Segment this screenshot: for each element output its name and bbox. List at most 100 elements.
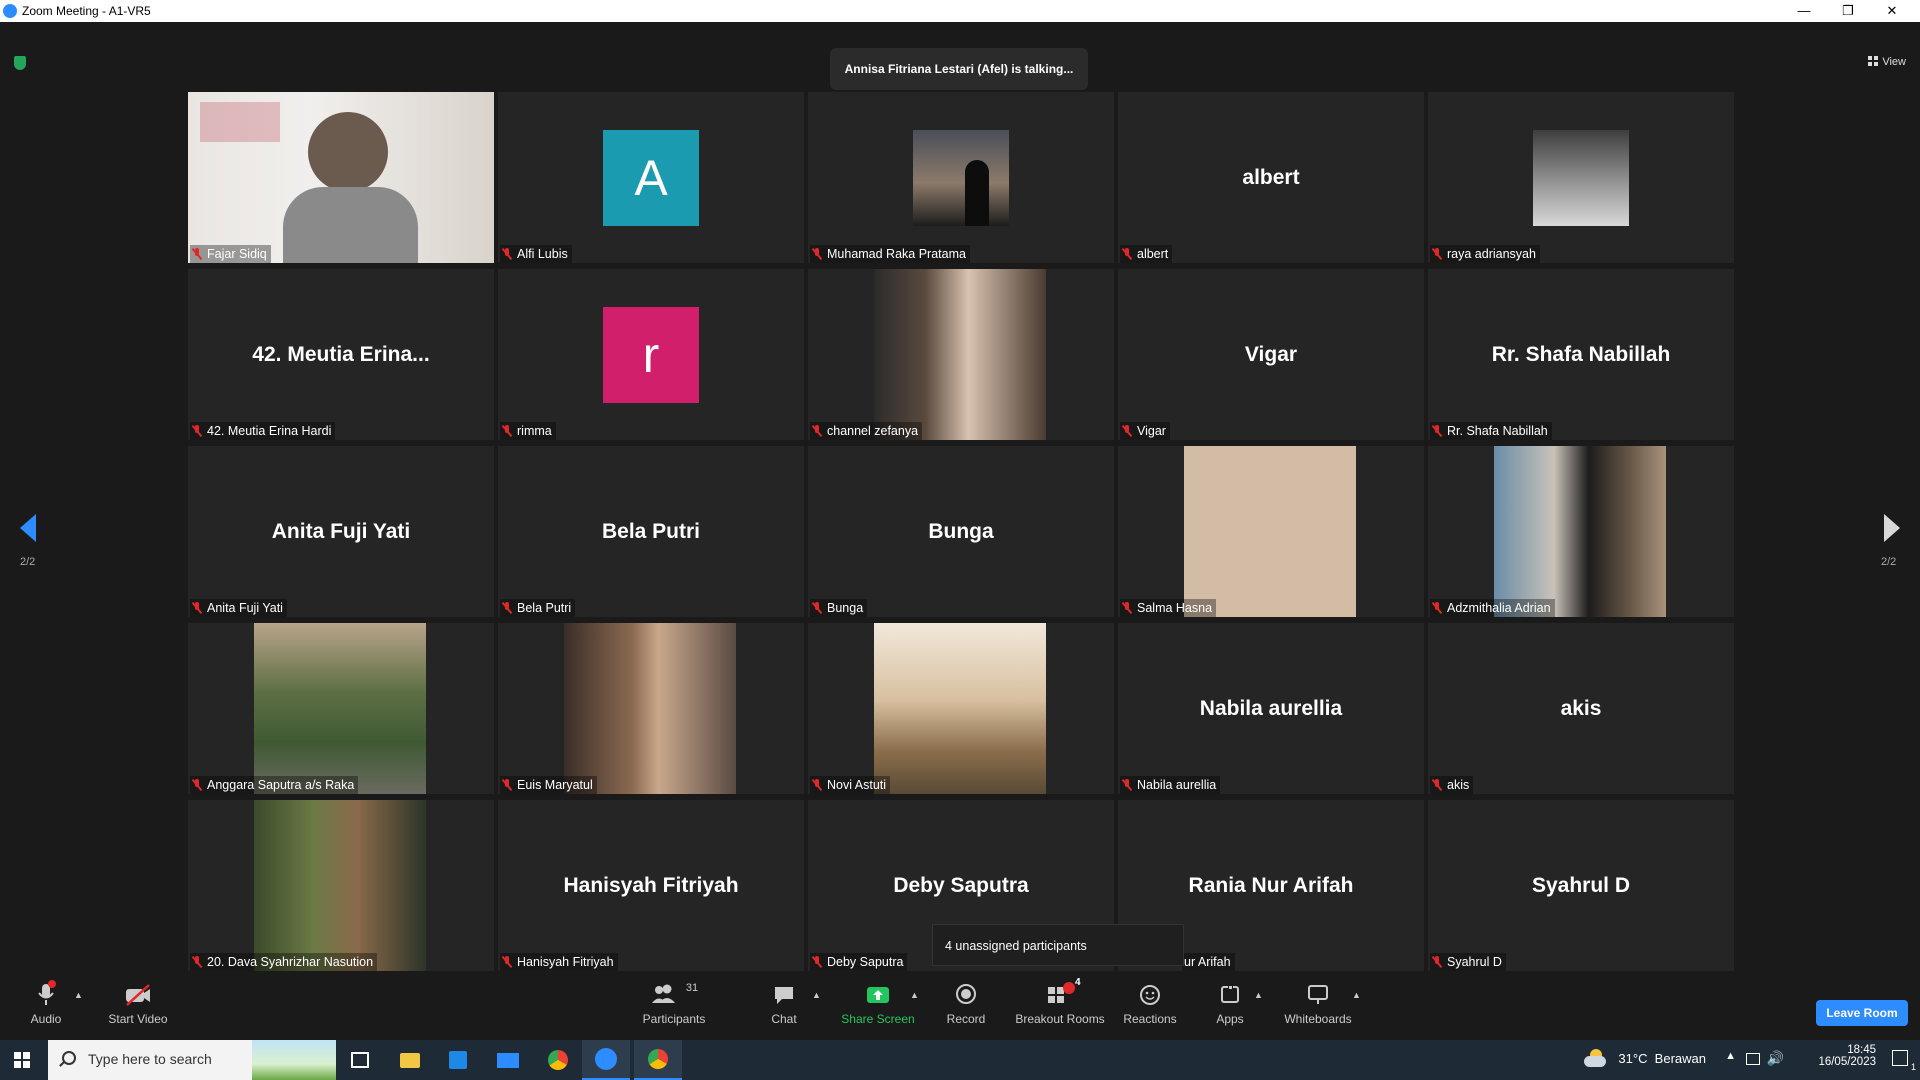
- task-view-icon[interactable]: [336, 1040, 384, 1080]
- participant-name-label: Nabila aurellia: [1120, 776, 1221, 794]
- muted-mic-icon: [812, 956, 822, 968]
- record-icon: [956, 984, 976, 1004]
- leave-room-button[interactable]: Leave Room: [1816, 1000, 1908, 1026]
- chrome-icon[interactable]: [534, 1040, 582, 1080]
- audio-options-caret-icon[interactable]: ▲: [74, 990, 83, 1000]
- participant-tile[interactable]: Anita Fuji Yati Anita Fuji Yati: [188, 446, 494, 617]
- video-gallery: Fajar Sidiq A Alfi Lubis Muhamad Raka Pr…: [188, 92, 1734, 971]
- participant-tile[interactable]: Muhamad Raka Pratama: [808, 92, 1114, 263]
- weather-text[interactable]: 31°C Berawan: [1618, 1051, 1706, 1066]
- profile-picture: [564, 623, 736, 794]
- participant-head-graphic: [308, 112, 388, 192]
- muted-mic-icon: [192, 425, 202, 437]
- notification-count: 1: [1910, 1062, 1916, 1072]
- minimize-button[interactable]: —: [1782, 0, 1826, 22]
- chrome-profile-icon[interactable]: [634, 1040, 682, 1080]
- participant-display-name: Syahrul D: [1531, 873, 1631, 897]
- participant-tile[interactable]: Salma Hasna: [1118, 446, 1424, 617]
- zoom-taskbar-icon[interactable]: [582, 1040, 630, 1080]
- participant-name-label: 42. Meutia Erina Hardi: [190, 422, 336, 440]
- mail-icon[interactable]: [484, 1040, 532, 1080]
- participant-name-label: Syahrul D: [1430, 953, 1506, 971]
- whiteboard-icon: [1308, 985, 1328, 1004]
- participant-tile[interactable]: albert albert: [1118, 92, 1424, 263]
- audio-button[interactable]: Audio: [22, 976, 70, 1040]
- windows-start-icon[interactable]: [14, 1052, 30, 1068]
- file-explorer-icon[interactable]: [386, 1040, 434, 1080]
- participant-name-label: raya adriansyah: [1430, 245, 1540, 263]
- microsoft-store-icon[interactable]: [434, 1040, 482, 1080]
- muted-mic-icon: [1122, 602, 1132, 614]
- participant-name-label: Anggara Saputra a/s Raka: [190, 776, 359, 794]
- participant-name-label: Anita Fuji Yati: [190, 599, 287, 617]
- participant-tile[interactable]: Nabila aurellia Nabila aurellia: [1118, 623, 1424, 794]
- share-screen-button[interactable]: Share Screen: [836, 976, 920, 1040]
- participant-name-label: Vigar: [1120, 422, 1170, 440]
- whiteboards-options-caret-icon[interactable]: ▲: [1352, 990, 1361, 1000]
- avatar: A: [603, 129, 699, 226]
- participants-button[interactable]: 31 Participants: [636, 976, 712, 1040]
- chat-options-caret-icon[interactable]: ▲: [812, 990, 821, 1000]
- participant-tile[interactable]: channel zefanya: [808, 269, 1114, 440]
- profile-picture: [254, 800, 426, 971]
- participant-tile[interactable]: raya adriansyah: [1428, 92, 1734, 263]
- whiteboards-label: Whiteboards: [1284, 1012, 1352, 1026]
- participant-name-label: Deby Saputra: [810, 953, 908, 971]
- unassigned-participants-popup[interactable]: 4 unassigned participants: [932, 924, 1184, 966]
- grid-view-icon: [1868, 56, 1879, 66]
- participant-tile[interactable]: Adzmithalia Adrian: [1428, 446, 1734, 617]
- page-indicator-right: 2/2: [1881, 556, 1897, 568]
- participant-tile[interactable]: r rimma: [498, 269, 804, 440]
- participant-tile[interactable]: 20. Dava Syahrizhar Nasution: [188, 800, 494, 971]
- encryption-shield-icon[interactable]: [14, 56, 26, 70]
- clock[interactable]: 18:45 16/05/2023: [1796, 1044, 1876, 1068]
- participant-name-label: Salma Hasna: [1120, 599, 1217, 617]
- participant-tile[interactable]: Bela Putri Bela Putri: [498, 446, 804, 617]
- record-button[interactable]: Record: [942, 976, 990, 1040]
- apps-icon: [1221, 985, 1239, 1003]
- clock-time: 18:45: [1847, 1044, 1876, 1056]
- record-label: Record: [946, 1012, 986, 1026]
- close-button[interactable]: ✕: [1870, 0, 1914, 22]
- whiteboards-button[interactable]: Whiteboards: [1280, 976, 1356, 1040]
- participant-tile[interactable]: Vigar Vigar: [1118, 269, 1424, 440]
- share-options-caret-icon[interactable]: ▲: [910, 990, 919, 1000]
- breakout-rooms-button[interactable]: 4 Breakout Rooms: [1012, 976, 1108, 1040]
- participant-tile[interactable]: Anggara Saputra a/s Raka: [188, 623, 494, 794]
- muted-mic-icon: [1122, 779, 1132, 791]
- network-icon[interactable]: [1746, 1053, 1760, 1065]
- participant-tile[interactable]: akis akis: [1428, 623, 1734, 794]
- participant-display-name: Vigar: [1244, 342, 1298, 366]
- page-indicator-left: 2/2: [20, 556, 36, 568]
- participant-tile[interactable]: Syahrul D Syahrul D: [1428, 800, 1734, 971]
- restore-button[interactable]: ❐: [1826, 0, 1870, 22]
- participant-name-label: Fajar Sidiq: [190, 245, 271, 263]
- view-button[interactable]: View: [1868, 56, 1906, 68]
- participant-tile[interactable]: Novi Astuti: [808, 623, 1114, 794]
- next-page-arrow-icon[interactable]: [1884, 514, 1900, 542]
- participant-tile[interactable]: A Alfi Lubis: [498, 92, 804, 263]
- reactions-button[interactable]: Reactions: [1122, 976, 1178, 1040]
- participant-tile[interactable]: Bunga Bunga: [808, 446, 1114, 617]
- participant-name-label: Bunga: [810, 599, 868, 617]
- taskbar-search-box[interactable]: Type here to search: [48, 1040, 336, 1080]
- participant-tile[interactable]: Fajar Sidiq: [188, 92, 494, 263]
- participant-display-name: Nabila aurellia: [1199, 696, 1343, 720]
- previous-page-arrow-icon[interactable]: [20, 514, 36, 542]
- start-video-button[interactable]: Start Video: [100, 976, 176, 1040]
- participant-tile[interactable]: Hanisyah Fitriyah Hanisyah Fitriyah: [498, 800, 804, 971]
- muted-mic-icon: [192, 248, 202, 260]
- apps-options-caret-icon[interactable]: ▲: [1254, 990, 1263, 1000]
- participant-tile[interactable]: 42. Meutia Erina... 42. Meutia Erina Har…: [188, 269, 494, 440]
- muted-mic-icon: [502, 779, 512, 791]
- participant-name-label: 20. Dava Syahrizhar Nasution: [190, 953, 378, 971]
- participant-tile[interactable]: Rr. Shafa Nabillah Rr. Shafa Nabillah: [1428, 269, 1734, 440]
- show-hidden-icons-caret-icon[interactable]: ▲: [1725, 1050, 1736, 1062]
- apps-button[interactable]: Apps: [1208, 976, 1252, 1040]
- volume-icon[interactable]: 🔊: [1767, 1050, 1784, 1067]
- chat-button[interactable]: Chat: [760, 976, 808, 1040]
- muted-mic-icon: [502, 602, 512, 614]
- notifications-icon[interactable]: [1892, 1050, 1908, 1066]
- participant-tile[interactable]: Euis Maryatul: [498, 623, 804, 794]
- profile-picture: [1494, 446, 1666, 617]
